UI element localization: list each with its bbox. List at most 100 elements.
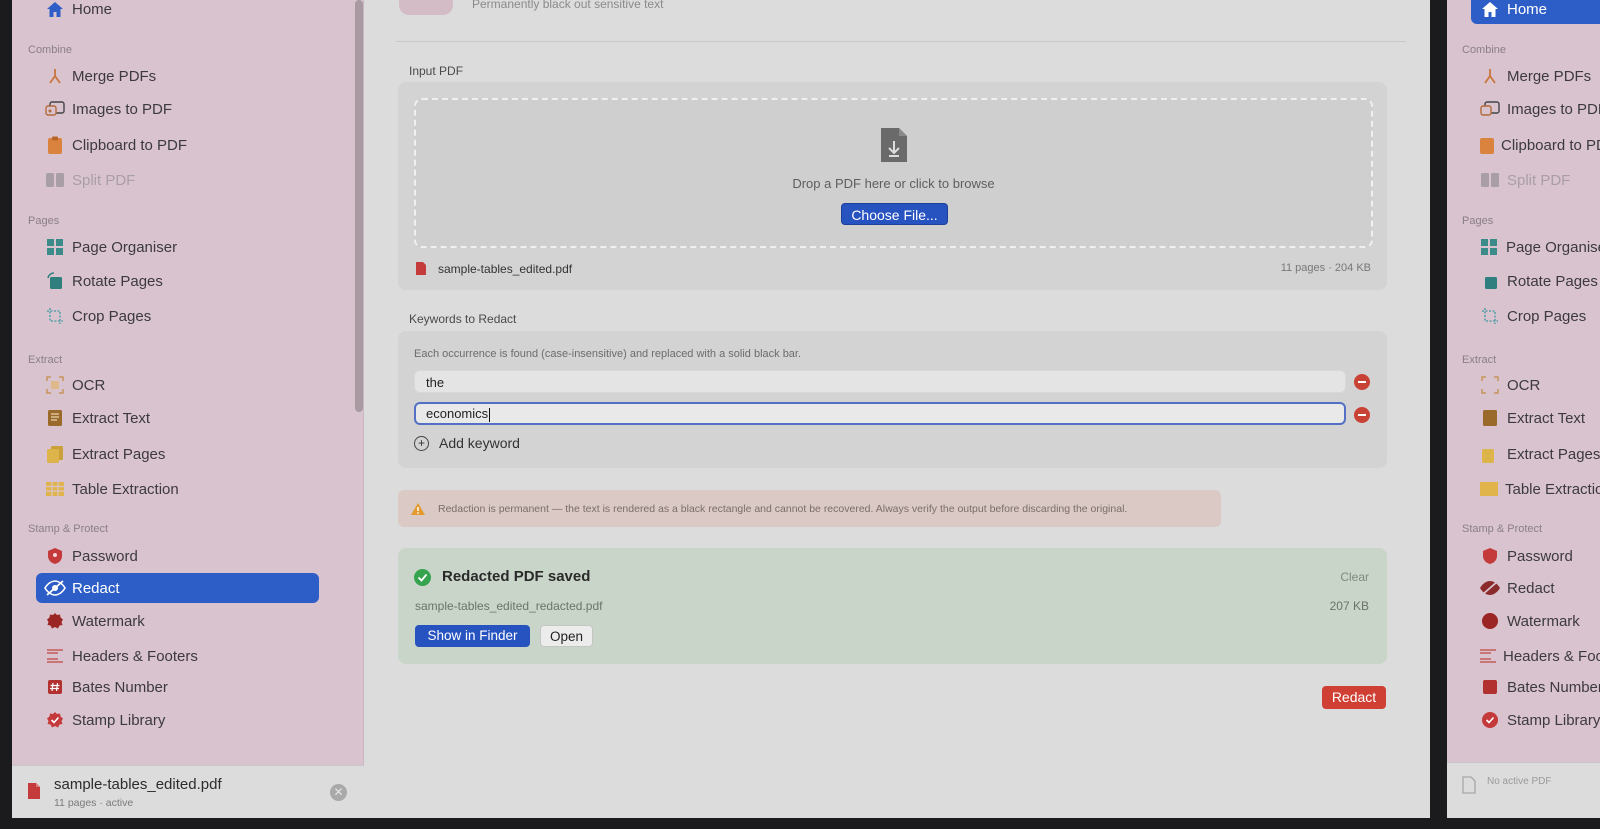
sidebar-item-label: Images to PDF	[1507, 100, 1600, 118]
sidebar-item-label: Redact	[72, 579, 120, 597]
input-pdf-label: Input PDF	[409, 64, 464, 78]
shield-icon	[44, 546, 66, 566]
output-file-size: 207 KB	[1329, 599, 1369, 613]
sidebar-item-headers-footers[interactable]: Headers & Footers	[36, 641, 336, 671]
sidebar-item-bates-number[interactable]: Bates Number	[1471, 672, 1600, 702]
images-icon	[44, 99, 66, 119]
check-seal-icon	[1479, 710, 1501, 730]
redact-button[interactable]: Redact	[1322, 686, 1386, 709]
sidebar-item-label: Rotate Pages	[72, 272, 163, 290]
input-file-name: sample-tables_edited.pdf	[438, 262, 573, 276]
sidebar-item-home[interactable]: Home	[1471, 0, 1600, 24]
sidebar-item-images-to-pdf[interactable]: Images to PDF	[1471, 94, 1600, 124]
watermark-seal-icon	[1479, 611, 1501, 631]
add-keyword-button[interactable]: + Add keyword	[414, 435, 520, 451]
sidebar-item-rotate-pages[interactable]: Rotate Pages	[1471, 266, 1600, 296]
sidebar-item-page-organiser[interactable]: Page Organiser	[1471, 232, 1600, 262]
sidebar-item-label: OCR	[72, 376, 106, 394]
remove-keyword-button[interactable]	[1354, 407, 1370, 423]
sidebar-item-stamp-library[interactable]: Stamp Library	[1471, 705, 1600, 735]
active-file-footer[interactable]: sample-tables_edited.pdf 11 pages · acti…	[12, 765, 364, 818]
split-icon	[44, 170, 66, 190]
sidebar-item-watermark[interactable]: Watermark	[36, 606, 336, 636]
sidebar-item-extract-pages[interactable]: Extract Pages	[1471, 439, 1600, 469]
sidebar-item-clipboard-to-pdf[interactable]: Clipboard to PDF	[36, 130, 336, 160]
clear-button[interactable]: Clear	[1340, 570, 1369, 584]
keyword-value: the	[426, 375, 445, 390]
sidebar-item-merge-pdfs[interactable]: Merge PDFs	[36, 61, 336, 91]
keywords-label: Keywords to Redact	[409, 312, 517, 326]
sidebar-item-label: Crop Pages	[72, 307, 152, 325]
sidebar-item-ocr[interactable]: OCR	[1471, 370, 1600, 400]
sidebar-item-label: Headers & Footers	[72, 647, 198, 665]
sidebar-item-table-extraction[interactable]: Table Extraction	[1471, 474, 1600, 504]
crop-icon	[44, 306, 66, 326]
sidebar-item-ocr[interactable]: OCR	[36, 370, 336, 400]
house-icon	[44, 0, 66, 19]
sidebar-item-label: Rotate Pages	[1507, 272, 1598, 290]
eye-slash-icon	[44, 578, 66, 598]
result-title: Redacted PDF saved	[442, 568, 591, 585]
sidebar-item-bates-number[interactable]: Bates Number	[36, 672, 336, 702]
sidebar-item-label: Extract Text	[1507, 409, 1586, 427]
sidebar-item-table-extraction[interactable]: Table Extraction	[36, 474, 336, 504]
keywords-card: Each occurrence is found (case-insensiti…	[398, 331, 1387, 468]
eye-slash-icon	[1479, 578, 1501, 598]
table-icon	[44, 479, 66, 499]
section-pages: Pages	[28, 215, 60, 227]
sidebar-item-label: OCR	[1507, 376, 1541, 394]
section-combine: Combine	[28, 44, 73, 56]
sidebar-item-redact[interactable]: Redact	[36, 573, 319, 603]
merge-icon	[44, 66, 66, 86]
sidebar-item-watermark[interactable]: Watermark	[1471, 606, 1600, 636]
remove-keyword-button[interactable]	[1354, 374, 1370, 390]
dropzone-text: Drop a PDF here or click to browse	[792, 176, 995, 191]
sidebar-item-label: Merge PDFs	[72, 67, 157, 85]
input-file-meta: 11 pages · 204 KB	[1280, 262, 1371, 274]
sidebar-item-home[interactable]: Home	[36, 0, 336, 24]
section-extract: Extract	[1462, 354, 1497, 366]
close-icon: ✕	[333, 785, 344, 799]
sidebar-item-label: Page Organiser	[1505, 238, 1600, 256]
sidebar-item-images-to-pdf[interactable]: Images to PDF	[36, 94, 336, 124]
pdf-dropzone[interactable]: Drop a PDF here or click to browse Choos…	[414, 98, 1373, 248]
sidebar-item-password[interactable]: Password	[1471, 541, 1600, 571]
sidebar-item-label: Bates Number	[72, 678, 168, 696]
close-file-button[interactable]: ✕	[330, 784, 347, 801]
second-window-sidebar: Home Combine Merge PDFs Images to PDF Cl…	[1447, 0, 1600, 818]
sidebar-item-stamp-library[interactable]: Stamp Library	[36, 705, 336, 735]
sidebar-item-merge-pdfs[interactable]: Merge PDFs	[1471, 61, 1600, 91]
sidebar-item-crop-pages[interactable]: Crop Pages	[1471, 301, 1600, 331]
sidebar-item-label: Home	[1507, 0, 1548, 18]
sidebar-item-headers-footers[interactable]: Headers & Footers	[1471, 641, 1600, 671]
watermark-seal-icon	[44, 611, 66, 631]
choose-file-button[interactable]: Choose File...	[841, 203, 948, 225]
sidebar-item-label: Split PDF	[72, 171, 136, 189]
keyword-input[interactable]: the	[414, 370, 1346, 393]
split-icon	[1479, 170, 1501, 190]
sidebar-item-extract-pages[interactable]: Extract Pages	[36, 439, 336, 469]
sidebar-item-page-organiser[interactable]: Page Organiser	[36, 232, 336, 262]
pdf-file-icon	[415, 261, 427, 281]
sidebar-item-label: Extract Pages	[72, 445, 166, 463]
keyword-input[interactable]: economics	[414, 402, 1346, 425]
sidebar-item-redact[interactable]: Redact	[1471, 573, 1600, 603]
sidebar-item-crop-pages[interactable]: Crop Pages	[36, 301, 336, 331]
sidebar-item-label: Extract Pages	[1507, 445, 1600, 463]
sidebar-item-clipboard-to-pdf[interactable]: Clipboard to PDF	[1471, 130, 1600, 160]
show-in-finder-button[interactable]: Show in Finder	[415, 625, 530, 647]
section-combine: Combine	[1462, 44, 1507, 56]
open-button[interactable]: Open	[540, 625, 593, 647]
tool-description: Permanently black out sensitive text	[472, 0, 664, 11]
sidebar-item-rotate-pages[interactable]: Rotate Pages	[36, 266, 336, 296]
sidebar-item-extract-text[interactable]: Extract Text	[36, 403, 336, 433]
sidebar-item-extract-text[interactable]: Extract Text	[1471, 403, 1600, 433]
merge-icon	[1479, 66, 1501, 86]
sidebar-item-password[interactable]: Password	[36, 541, 336, 571]
sidebar-item-split-pdf[interactable]: Split PDF	[1471, 165, 1600, 195]
keyword-value: economics	[426, 406, 489, 421]
sidebar-scroll-thumb[interactable]	[355, 0, 363, 412]
sidebar-item-split-pdf[interactable]: Split PDF	[36, 165, 336, 195]
sidebar: Home Combine Merge PDFs Images to PDF Cl…	[12, 0, 364, 818]
sidebar-item-label: Table Extraction	[72, 480, 179, 498]
